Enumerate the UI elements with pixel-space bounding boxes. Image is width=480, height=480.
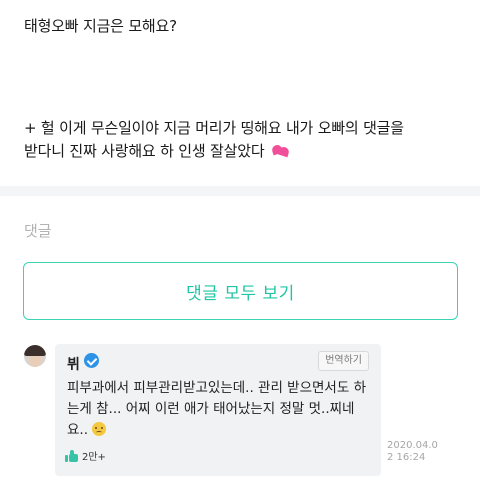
- post-text-line: + 헐 이게 무슨일이야 지금 머리가 띵해요 내가 오빠의 댓글을: [24, 119, 404, 137]
- pleading-face-icon: [92, 422, 107, 436]
- post-text-line: 태형오빠 지금은 모해요?: [24, 17, 177, 35]
- translate-button[interactable]: 번역하기: [318, 351, 369, 371]
- comments-heading: 댓글: [24, 222, 52, 240]
- avatar[interactable]: [24, 345, 46, 367]
- comment-bubble: 뷔 번역하기 피부과에서 피부관리받고있는데.. 관리 받으면서도 하는게 참.…: [55, 344, 381, 476]
- like-button[interactable]: 2만+: [65, 448, 106, 463]
- post-body: 태형오빠 지금은 모해요? + 헐 이게 무슨일이야 지금 머리가 띵해요 내가…: [0, 0, 480, 186]
- comment-body: 피부과에서 피부관리받고있는데.. 관리 받으면서도 하는게 참... 어찌 이…: [67, 380, 366, 438]
- comment-text: 피부과에서 피부관리받고있는데.. 관리 받으면서도 하는게 참... 어찌 이…: [67, 378, 367, 441]
- post-text: 받다니 진짜 사랑해요 하 인생 잘살았다: [24, 142, 265, 160]
- comment-timestamp: 2020.04.02 16:24: [387, 440, 438, 463]
- comments-section: 댓글 댓글 모두 보기 뷔 번역하기 피부과에서 피부관리받고있는데.. 관리 …: [0, 196, 480, 480]
- like-count: 2만+: [82, 452, 106, 463]
- two-hearts-icon: [270, 143, 291, 158]
- section-divider: [0, 186, 480, 196]
- view-all-comments-button[interactable]: 댓글 모두 보기: [23, 262, 458, 320]
- thumbs-up-icon: [65, 449, 78, 462]
- post-text-line: 받다니 진짜 사랑해요 하 인생 잘살았다: [24, 140, 291, 161]
- comment-author[interactable]: 뷔: [67, 354, 80, 374]
- view-all-comments-label: 댓글 모두 보기: [186, 283, 295, 304]
- avatar-hair: [24, 345, 46, 356]
- verified-badge-icon: [84, 353, 99, 368]
